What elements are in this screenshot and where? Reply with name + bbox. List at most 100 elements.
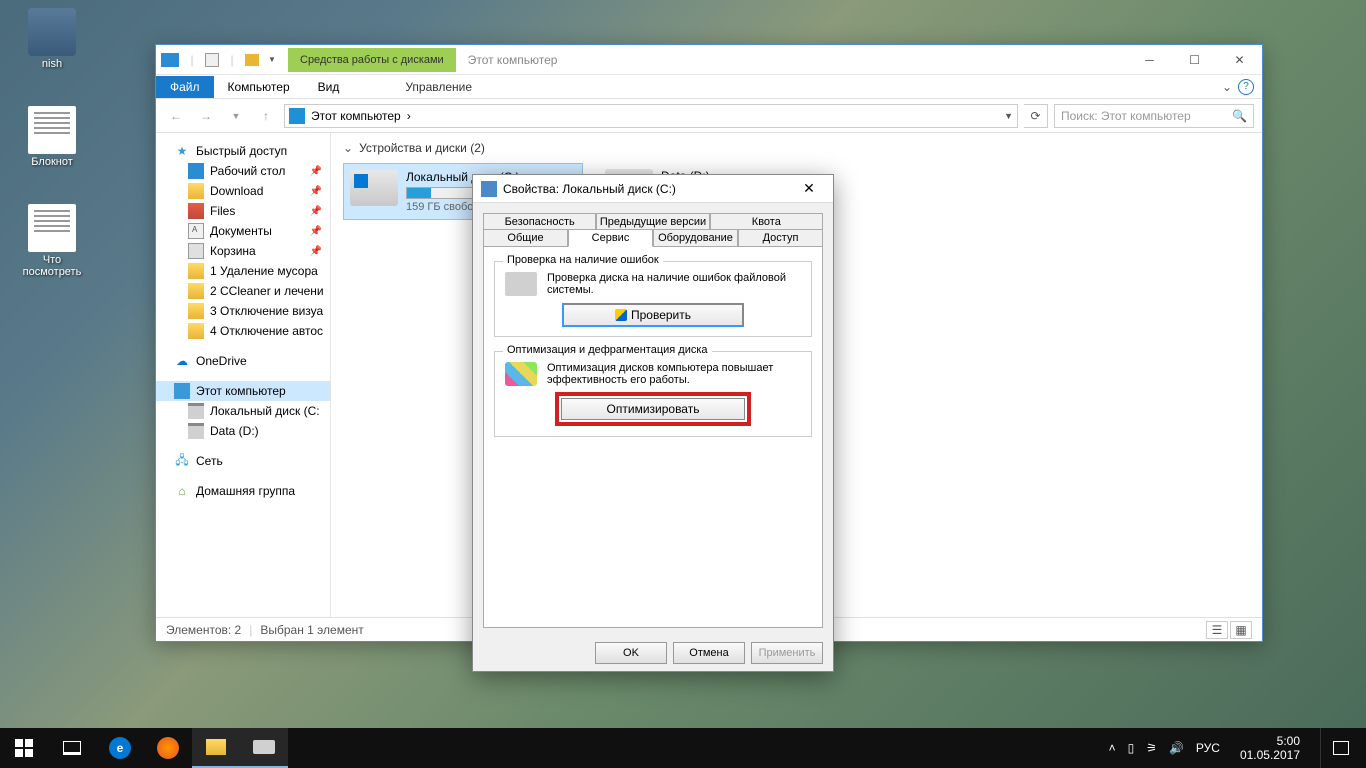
nav-files[interactable]: Files📌 [156, 201, 330, 221]
taskbar-firefox[interactable] [144, 728, 192, 768]
folder-icon[interactable] [245, 54, 259, 66]
start-button[interactable] [0, 728, 48, 768]
search-placeholder: Поиск: Этот компьютер [1061, 109, 1191, 123]
nav-drive-d[interactable]: Data (D:) [156, 421, 330, 441]
nav-folder-2[interactable]: 2 CCleaner и лечени [156, 281, 330, 301]
help-icon[interactable]: ? [1238, 79, 1254, 95]
nav-folder-1[interactable]: 1 Удаление мусора [156, 261, 330, 281]
tab-hardware[interactable]: Оборудование [653, 229, 738, 247]
nav-this-pc[interactable]: Этот компьютер [156, 381, 330, 401]
group-header[interactable]: ⌄ Устройства и диски (2) [343, 141, 1250, 155]
volume-icon[interactable]: 🔊 [1169, 741, 1184, 755]
tab-file[interactable]: Файл [156, 76, 214, 98]
dropdown-icon[interactable]: ▼ [261, 49, 283, 71]
ok-button[interactable]: OK [595, 642, 667, 664]
group-text: Проверка диска на наличие ошибок файлово… [547, 272, 801, 296]
nav-quick-access[interactable]: ★Быстрый доступ [156, 141, 330, 161]
firefox-icon [157, 737, 179, 759]
pin-icon: 📌 [310, 166, 322, 177]
shield-icon [615, 309, 627, 321]
ribbon-collapse-icon[interactable]: ⌄ [1222, 80, 1232, 94]
search-icon[interactable]: 🔍 [1232, 109, 1247, 123]
nav-label: OneDrive [196, 354, 247, 368]
explorer-icon [206, 739, 226, 755]
nav-label: Сеть [196, 454, 223, 468]
tray-chevron-icon[interactable]: ˄ [1109, 741, 1116, 755]
view-details-button[interactable]: ☰ [1206, 621, 1228, 639]
minimize-button[interactable]: ─ [1127, 46, 1172, 74]
status-sep: | [249, 623, 252, 637]
nav-folder-4[interactable]: 4 Отключение автос [156, 321, 330, 341]
cancel-button[interactable]: Отмена [673, 642, 745, 664]
maximize-button[interactable]: ☐ [1172, 46, 1217, 74]
tab-tools[interactable]: Сервис [568, 229, 653, 247]
folder-icon [188, 283, 204, 299]
desktop-icon-notepad[interactable]: Блокнот [14, 106, 90, 168]
qat-sep: | [221, 49, 243, 71]
close-button[interactable]: ✕ [1217, 46, 1262, 74]
context-tab[interactable]: Средства работы с дисками [288, 48, 456, 72]
desktop-icon-watchlist[interactable]: Что посмотреть [14, 204, 90, 278]
optimize-button[interactable]: Оптимизировать [561, 398, 745, 420]
nav-network[interactable]: 🖧Сеть [156, 451, 330, 471]
close-button[interactable]: ✕ [793, 179, 825, 199]
nav-homegroup[interactable]: ⌂Домашняя группа [156, 481, 330, 501]
documents-icon [188, 223, 204, 239]
breadcrumb-item[interactable]: Этот компьютер [311, 109, 401, 123]
check-button[interactable]: Проверить [563, 304, 743, 326]
tab-quota[interactable]: Квота [710, 213, 823, 230]
tab-view[interactable]: Вид [304, 76, 354, 98]
tab-prev-versions[interactable]: Предыдущие версии [596, 213, 709, 230]
pc-icon [161, 53, 179, 67]
battery-icon[interactable]: ▯ [1128, 741, 1135, 755]
taskbar-edge[interactable]: e [96, 728, 144, 768]
folder-icon [188, 263, 204, 279]
properties-icon[interactable] [205, 53, 219, 67]
taskview-button[interactable] [48, 728, 96, 768]
taskbar-explorer[interactable] [192, 728, 240, 768]
windows-icon [15, 739, 33, 757]
window-title: Этот компьютер [456, 53, 570, 67]
refresh-button[interactable]: ⟳ [1024, 104, 1048, 128]
tab-general[interactable]: Общие [483, 229, 568, 247]
desktop-icon-nish[interactable]: nish [14, 8, 90, 70]
pc-icon [174, 383, 190, 399]
time-label: 5:00 [1240, 734, 1300, 748]
nav-desktop[interactable]: Рабочий стол📌 [156, 161, 330, 181]
nav-documents[interactable]: Документы📌 [156, 221, 330, 241]
language-indicator[interactable]: РУС [1196, 741, 1220, 755]
apply-button[interactable]: Применить [751, 642, 823, 664]
folder-icon [188, 303, 204, 319]
tab-panel: Проверка на наличие ошибок Проверка диск… [483, 246, 823, 628]
history-dropdown-icon[interactable]: ▼ [224, 104, 248, 128]
tab-sharing[interactable]: Доступ [738, 229, 823, 247]
forward-button[interactable]: → [194, 104, 218, 128]
nav-label: Files [210, 204, 235, 218]
action-center-button[interactable] [1320, 728, 1360, 768]
back-button[interactable]: ← [164, 104, 188, 128]
breadcrumb-sep: › [407, 109, 411, 123]
nav-download[interactable]: Download📌 [156, 181, 330, 201]
titlebar[interactable]: | | ▼ Средства работы с дисками Этот ком… [156, 45, 1262, 75]
address-dropdown-icon[interactable]: ▼ [1004, 111, 1013, 121]
nav-onedrive[interactable]: ☁OneDrive [156, 351, 330, 371]
nav-recycle[interactable]: Корзина📌 [156, 241, 330, 261]
clock[interactable]: 5:00 01.05.2017 [1232, 734, 1308, 763]
nav-drive-c[interactable]: Локальный диск (C: [156, 401, 330, 421]
drive-check-icon [505, 272, 537, 296]
dialog-titlebar[interactable]: Свойства: Локальный диск (C:) ✕ [473, 175, 833, 203]
search-input[interactable]: Поиск: Этот компьютер 🔍 [1054, 104, 1254, 128]
properties-dialog: Свойства: Локальный диск (C:) ✕ Безопасн… [472, 174, 834, 672]
up-button[interactable]: ↑ [254, 104, 278, 128]
view-large-button[interactable]: ▦ [1230, 621, 1252, 639]
tab-manage[interactable]: Управление [391, 76, 486, 98]
wifi-icon[interactable]: ⚞ [1146, 741, 1157, 755]
nav-label: Быстрый доступ [196, 144, 287, 158]
recycle-icon [188, 243, 204, 259]
nav-pane: ★Быстрый доступ Рабочий стол📌 Download📌 … [156, 133, 331, 617]
nav-folder-3[interactable]: 3 Отключение визуа [156, 301, 330, 321]
address-field[interactable]: Этот компьютер › ▼ [284, 104, 1018, 128]
tab-security[interactable]: Безопасность [483, 213, 596, 230]
tab-computer[interactable]: Компьютер [214, 76, 304, 98]
taskbar-drive[interactable] [240, 728, 288, 768]
